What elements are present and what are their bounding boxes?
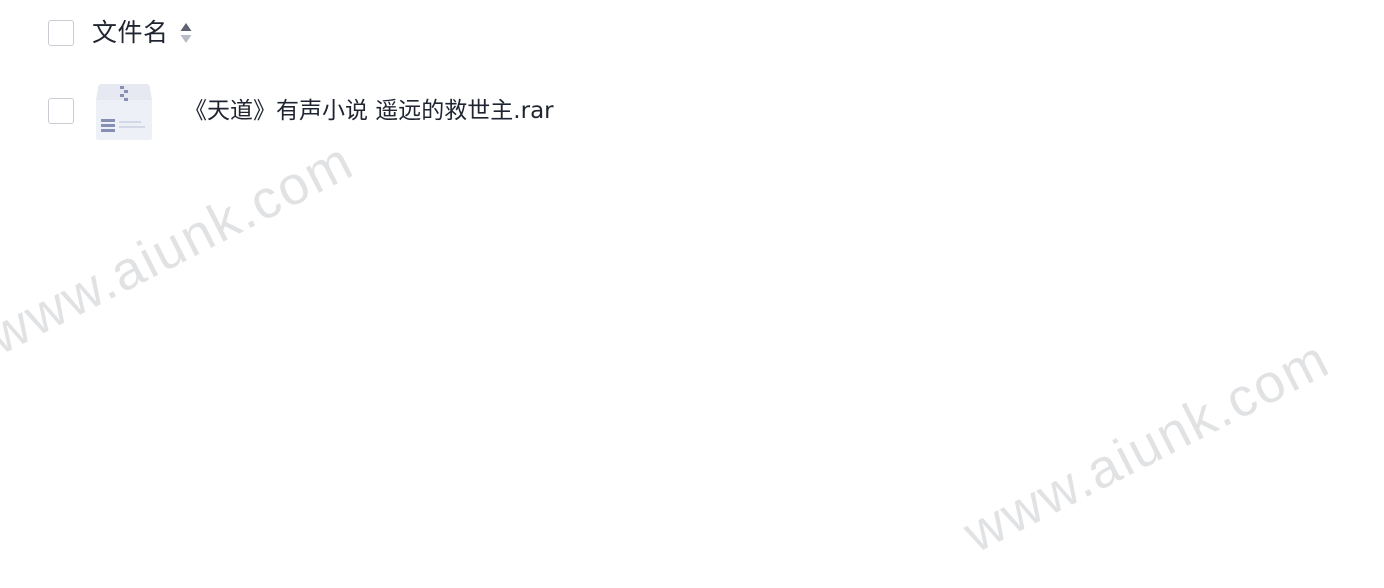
file-select-checkbox[interactable]	[48, 98, 74, 124]
file-browser-page: 文件名 《天道》有声小说 遥远的救世主.rar www.aiunk.com ww…	[0, 0, 1384, 588]
file-list-header: 文件名	[0, 12, 1384, 54]
sort-toggle-icon[interactable]	[180, 22, 192, 44]
filename-column-header[interactable]: 文件名	[92, 18, 169, 48]
archive-file-icon	[95, 83, 153, 141]
file-name-link[interactable]: 《天道》有声小说 遥远的救世主.rar	[184, 96, 554, 126]
file-row[interactable]: 《天道》有声小说 遥远的救世主.rar	[0, 80, 1384, 144]
select-all-checkbox[interactable]	[48, 20, 74, 46]
watermark-text: www.aiunk.com	[0, 130, 363, 367]
watermark-text: www.aiunk.com	[954, 328, 1339, 565]
